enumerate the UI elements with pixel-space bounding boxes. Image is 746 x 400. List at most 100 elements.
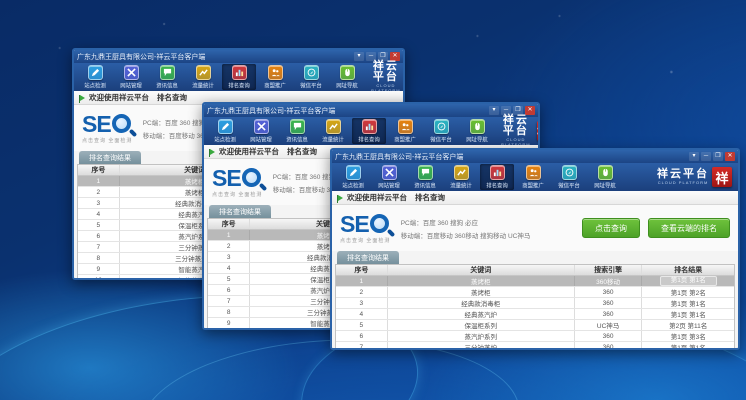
cell-no: 6 <box>208 285 250 295</box>
maximize-icon[interactable]: ❐ <box>713 152 723 161</box>
toolbar-item-wechat-platform[interactable]: 微信平台 <box>424 118 458 144</box>
cell-no: 2 <box>208 241 250 251</box>
brand-name: 祥云平台 <box>657 169 709 180</box>
brand-name: 祥云平台 <box>368 61 404 83</box>
cell-no: 8 <box>78 253 120 263</box>
table-row[interactable]: 2蒸烤柜360第1页 第2名 <box>336 287 734 298</box>
cell-result-text: 第1页 第1名 <box>671 342 706 350</box>
toolbar-item-news-info[interactable]: 资讯信息 <box>280 118 314 144</box>
toolbar-item-wechat-platform[interactable]: 微信平台 <box>294 64 328 90</box>
toolbar-item-site-nav[interactable]: 网址导航 <box>460 118 494 144</box>
result-section: 排名查询结果 序号 关键词 搜索引擎 排名结果 1蒸烤柜360移动第1页 第1名… <box>332 251 738 350</box>
cell-engine-text: 360 <box>603 311 614 318</box>
minimize-icon[interactable]: ─ <box>701 152 711 161</box>
toolbar-item-alliance-promo[interactable]: 商盟推广 <box>388 118 422 144</box>
cell-result: 第1页 第1名 <box>642 298 734 308</box>
cell-engine-text: 360移动 <box>596 276 620 286</box>
seo-tagline: 点击查询 全面检测 <box>340 237 391 244</box>
cell-no-text: 3 <box>97 200 101 207</box>
cell-engine: 360 <box>575 309 643 319</box>
cell-no-text: 7 <box>360 344 364 351</box>
cell-result: 第1页 第1名 <box>642 276 734 286</box>
cell-no-text: 4 <box>227 265 231 272</box>
toolbar-item-traffic-stats[interactable]: 流量统计 <box>316 118 350 144</box>
toolbar-item-rank-query[interactable]: 排名查询 <box>480 164 514 190</box>
toolbar-item-news-info[interactable]: 资讯信息 <box>408 164 442 190</box>
toolbar-item-site-check[interactable]: 站点检测 <box>336 164 370 190</box>
query-button[interactable]: 点击查询 <box>582 218 640 238</box>
table-row[interactable]: 6蒸汽炉系列360第1页 第3名 <box>336 331 734 342</box>
toolbar-item-site-nav[interactable]: 网址导航 <box>330 64 364 90</box>
table-header-row: 序号 关键词 搜索引擎 排名结果 <box>336 265 734 276</box>
wrench-icon <box>382 165 397 180</box>
bar-chart-icon <box>362 119 377 134</box>
toolbar-item-label: 网址导航 <box>466 135 488 143</box>
toolbar-item-news-info[interactable]: 资讯信息 <box>150 64 184 90</box>
titlebar[interactable]: 广东九鼎王厨具有限公司-祥云平台客户端 ▾ ─ ❐ ✕ <box>74 50 403 63</box>
pencil-icon <box>218 119 233 134</box>
cell-engine: 360 <box>575 342 643 350</box>
view-cloud-rank-button[interactable]: 查看云端的排名 <box>648 218 730 238</box>
users-icon <box>526 165 541 180</box>
cell-no: 3 <box>336 298 388 308</box>
toolbar-item-label: 微信平台 <box>300 81 322 89</box>
tab-rank-results[interactable]: 排名查询结果 <box>337 251 399 264</box>
cell-no-text: 1 <box>360 278 364 285</box>
cell-engine-text: 360 <box>603 300 614 307</box>
pencil-icon <box>346 165 361 180</box>
breadcrumb-section: 排名查询 <box>287 146 317 157</box>
toolbar-item-wechat-platform[interactable]: 微信平台 <box>552 164 586 190</box>
cell-engine: 360 <box>575 298 643 308</box>
table-row[interactable]: 4经典蒸汽炉360第1页 第1名 <box>336 309 734 320</box>
toolbar-item-label: 网站管理 <box>120 81 142 89</box>
flag-icon <box>338 195 343 201</box>
toolbar-item-label: 商盟推广 <box>264 81 286 89</box>
toolbar-item-rank-query[interactable]: 排名查询 <box>222 64 256 90</box>
cell-keyword: 蒸烤柜 <box>388 276 575 286</box>
titlebar[interactable]: 广东九鼎王厨具有限公司-祥云平台客户端 ▾ ─ ❐ ✕ <box>332 150 738 163</box>
toolbar-item-site-nav[interactable]: 网址导航 <box>588 164 622 190</box>
toolbar-item-label: 资讯信息 <box>156 81 178 89</box>
window-title: 广东九鼎王厨具有限公司-祥云平台客户端 <box>77 52 354 62</box>
pencil-icon <box>88 65 103 80</box>
skin-icon[interactable]: ▾ <box>354 52 364 61</box>
toolbar-item-rank-query[interactable]: 排名查询 <box>352 118 386 144</box>
toolbar-item-traffic-stats[interactable]: 流量统计 <box>186 64 220 90</box>
users-icon <box>268 65 283 80</box>
toolbar-item-site-manage[interactable]: 网站管理 <box>114 64 148 90</box>
toolbar-item-site-check[interactable]: 站点检测 <box>78 64 112 90</box>
toolbar-item-traffic-stats[interactable]: 流量统计 <box>444 164 478 190</box>
breadcrumb-welcome: 欢迎使用祥云平台 <box>219 146 279 157</box>
app-window-front: 广东九鼎王厨具有限公司-祥云平台客户端 ▾ ─ ❐ ✕ 站点检测网站管理资讯信息… <box>330 148 740 350</box>
cell-no-text: 1 <box>97 178 101 185</box>
table-row[interactable]: 5保温柜系列UC神马第2页 第11名 <box>336 320 734 331</box>
tab-rank-results[interactable]: 排名查询结果 <box>79 151 141 164</box>
cell-keyword-text: 蒸烤柜 <box>471 276 491 286</box>
cell-no-text: 5 <box>97 222 101 229</box>
toolbar-item-site-check[interactable]: 站点检测 <box>208 118 242 144</box>
titlebar[interactable]: 广东九鼎王厨具有限公司-祥云平台客户端 ▾ ─ ❐ ✕ <box>204 104 538 117</box>
toolbar-item-alliance-promo[interactable]: 商盟推广 <box>258 64 292 90</box>
header-no: 序号 <box>78 165 120 175</box>
chat-icon <box>290 119 305 134</box>
toolbar-item-label: 网址导航 <box>336 81 358 89</box>
header-result: 排名结果 <box>642 265 734 275</box>
cell-no: 9 <box>208 318 250 328</box>
table-row[interactable]: 3经典款消毒柜360第1页 第1名 <box>336 298 734 309</box>
skin-icon[interactable]: ▾ <box>689 152 699 161</box>
table-row[interactable]: 1 蒸烤柜 360移动 第1页 第1名 <box>336 276 734 287</box>
brand-seal-icon: 祥 <box>712 167 732 187</box>
tab-rank-results[interactable]: 排名查询结果 <box>209 205 271 218</box>
cell-engine-text: UC神马 <box>597 320 619 330</box>
toolbar-item-alliance-promo[interactable]: 商盟推广 <box>516 164 550 190</box>
line-chart-icon <box>454 165 469 180</box>
header-no: 序号 <box>336 265 388 275</box>
skin-icon[interactable]: ▾ <box>489 106 499 115</box>
brand-name: 祥云平台 <box>498 115 534 137</box>
table-row[interactable]: 7三分钟蒸炉360第1页 第1名 <box>336 342 734 350</box>
toolbar-item-site-manage[interactable]: 网站管理 <box>244 118 278 144</box>
toolbar-item-site-manage[interactable]: 网站管理 <box>372 164 406 190</box>
cell-no-text: 3 <box>227 254 231 261</box>
seo-query-panel: SE 点击查询 全面检测 PC端：百度 360 搜狗 必应 移动端：百度移动 3… <box>332 205 738 251</box>
close-icon[interactable]: ✕ <box>725 152 735 161</box>
